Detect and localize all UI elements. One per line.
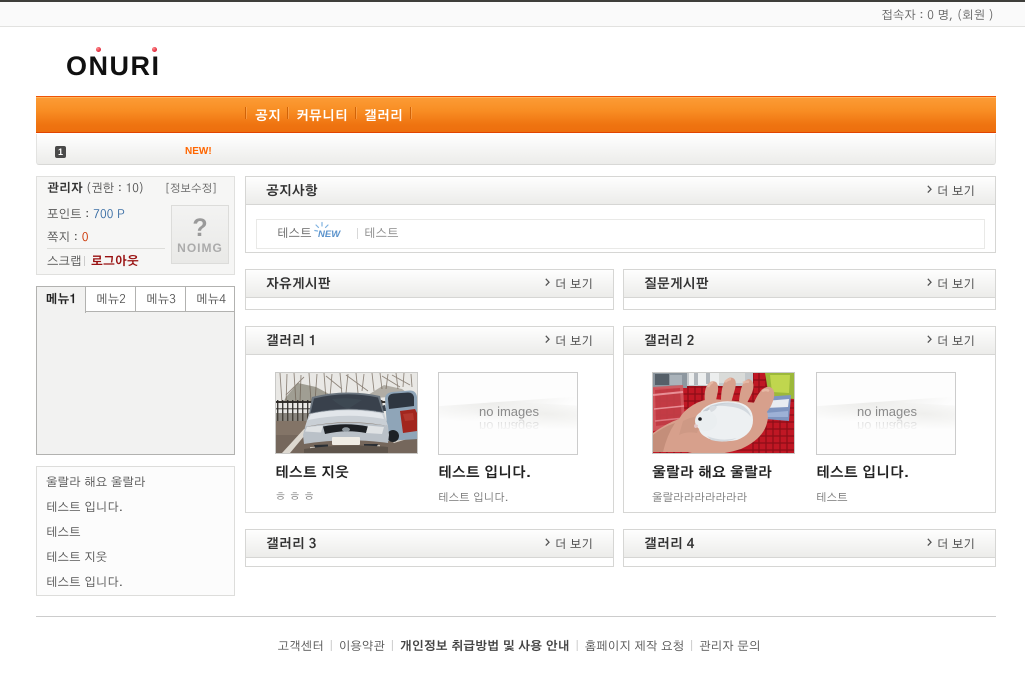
- svg-text:NEW: NEW: [318, 229, 341, 240]
